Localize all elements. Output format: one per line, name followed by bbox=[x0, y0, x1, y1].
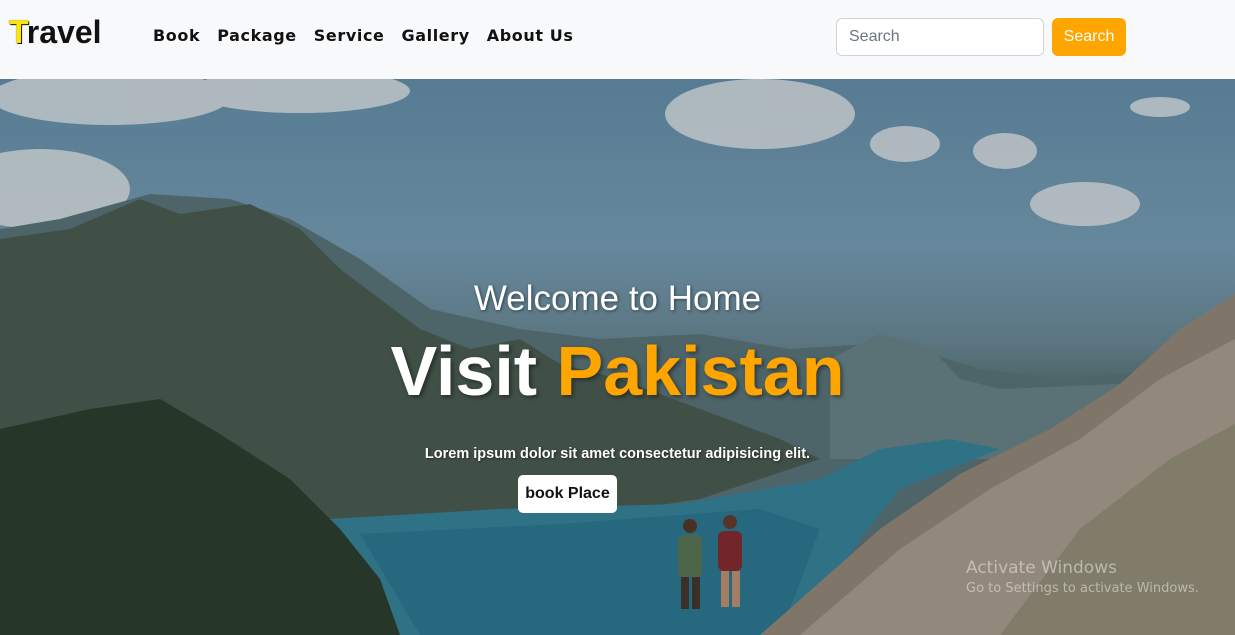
nav-item-book[interactable]: Book bbox=[153, 26, 200, 45]
hero-title-prefix: Visit bbox=[390, 332, 538, 410]
watermark-title: Activate Windows bbox=[966, 558, 1117, 578]
navbar: Travel Book Package Service Gallery Abou… bbox=[0, 0, 1235, 79]
hero-title-accent: Pakistan bbox=[556, 332, 845, 410]
brand-rest: ravel bbox=[26, 14, 102, 50]
hero-subtitle: Lorem ipsum dolor sit amet consectetur a… bbox=[424, 446, 811, 462]
search-button[interactable]: Search bbox=[1052, 18, 1126, 56]
nav-item-about-us[interactable]: About Us bbox=[487, 26, 574, 45]
brand-first-letter: T bbox=[9, 14, 27, 50]
book-place-button[interactable]: book Place bbox=[518, 475, 617, 513]
brand-logo[interactable]: Travel bbox=[9, 14, 102, 51]
nav-item-service[interactable]: Service bbox=[314, 26, 385, 45]
search-input[interactable] bbox=[836, 18, 1044, 56]
nav-menu: Book Package Service Gallery About Us bbox=[153, 26, 591, 45]
watermark-subtitle: Go to Settings to activate Windows. bbox=[966, 581, 1199, 596]
nav-item-package[interactable]: Package bbox=[217, 26, 297, 45]
hero-section: Welcome to Home Visit Pakistan Lorem ips… bbox=[0, 79, 1235, 635]
nav-item-gallery[interactable]: Gallery bbox=[401, 26, 469, 45]
activate-windows-watermark: Activate Windows Go to Settings to activ… bbox=[966, 558, 1199, 596]
hero-title: Visit Pakistan bbox=[0, 331, 1235, 411]
hero-welcome-text: Welcome to Home bbox=[473, 279, 762, 318]
